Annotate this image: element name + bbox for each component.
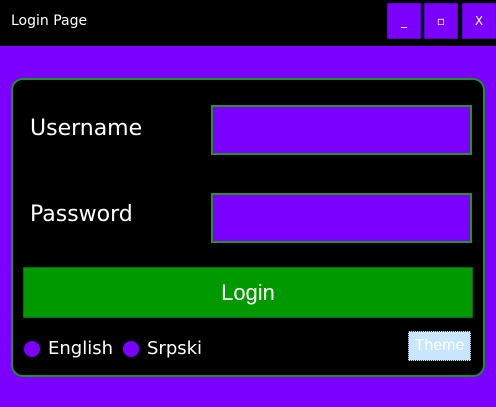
- password-field[interactable]: [211, 193, 472, 243]
- theme-button[interactable]: Theme: [408, 331, 471, 361]
- language-label: Srpski: [147, 338, 203, 359]
- title-bar: Login Page _ ▫ X: [0, 0, 496, 46]
- maximize-button[interactable]: ▫: [424, 3, 458, 39]
- login-button[interactable]: Login: [23, 267, 473, 318]
- radio-icon[interactable]: [123, 340, 139, 357]
- radio-icon[interactable]: [24, 340, 40, 357]
- language-label: English: [48, 338, 113, 359]
- username-label: Username: [30, 116, 143, 141]
- language-option-english[interactable]: English: [24, 338, 113, 359]
- window-title: Login Page: [11, 13, 88, 29]
- language-option-srpski[interactable]: Srpski: [123, 338, 202, 359]
- username-field[interactable]: [211, 105, 472, 155]
- close-button[interactable]: X: [462, 3, 496, 39]
- password-label: Password: [30, 202, 133, 227]
- minimize-button[interactable]: _: [387, 3, 421, 39]
